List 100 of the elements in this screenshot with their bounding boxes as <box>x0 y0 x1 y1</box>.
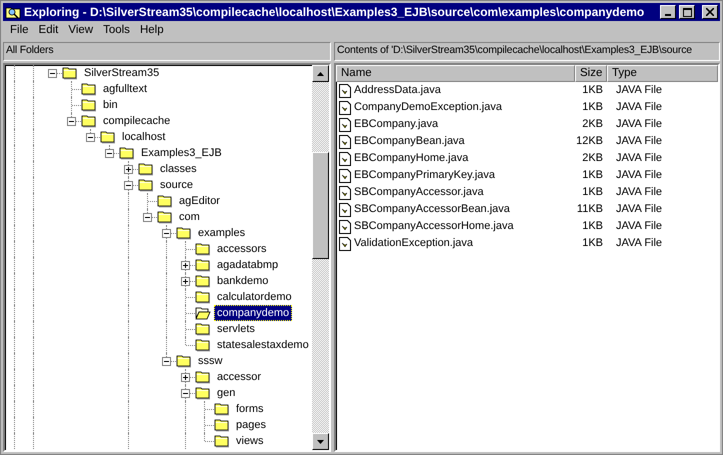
collapse-toggle[interactable] <box>67 117 76 126</box>
folder-item[interactable]: forms <box>233 401 266 417</box>
file-icon <box>339 202 351 216</box>
file-name[interactable]: SBCompanyAccessor.java <box>354 186 484 200</box>
close-button[interactable] <box>702 5 718 19</box>
folder-item[interactable]: bankdemo <box>214 273 272 289</box>
folder-item[interactable]: views <box>233 433 267 449</box>
menu-item[interactable]: View <box>63 24 98 38</box>
folder-item[interactable]: companydemo <box>214 305 292 321</box>
menu-item[interactable]: File <box>5 24 34 38</box>
file-size: 1KB <box>581 168 604 182</box>
column-header[interactable]: Type <box>607 65 718 82</box>
minus-icon <box>88 135 93 140</box>
expand-toggle[interactable] <box>124 165 133 174</box>
folder-item[interactable]: SilverStream35 <box>81 65 162 81</box>
file-name[interactable]: SBCompanyAccessorHome.java <box>354 220 514 234</box>
folder-item[interactable]: classes <box>157 161 200 177</box>
plus-icon <box>183 375 188 380</box>
minus-icon <box>183 391 188 396</box>
collapse-toggle[interactable] <box>105 149 114 158</box>
expand-toggle[interactable] <box>181 373 190 382</box>
pane-header: All Folders <box>3 42 331 61</box>
scrollbar[interactable] <box>312 65 329 450</box>
folder-item[interactable]: statesalestaxdemo <box>214 337 312 353</box>
window-title: Exploring - D:\SilverStream35\compilecache\localhost\Examples3_EJB\source\com\examples\companydemo <box>24 4 646 20</box>
folder-item[interactable]: examples <box>195 225 248 241</box>
file-type: JAVA File <box>615 220 662 234</box>
file-type: JAVA File <box>615 202 662 216</box>
column-header[interactable]: Name <box>336 65 575 82</box>
collapse-toggle[interactable] <box>143 213 152 222</box>
folder-item[interactable]: source <box>157 177 196 193</box>
file-type: JAVA File <box>615 134 662 148</box>
file-name[interactable]: EBCompany.java <box>354 118 438 132</box>
file-name[interactable]: AddressData.java <box>354 84 441 98</box>
folder-item[interactable]: localhost <box>119 129 168 145</box>
folder-item[interactable]: agEditor <box>176 193 223 209</box>
collapse-toggle[interactable] <box>162 229 171 238</box>
pane-header: Contents of 'D:\SilverStream35\compilecache\localhost\Examples3_EJB\source <box>334 42 720 61</box>
down-arrow-icon <box>317 440 324 444</box>
menu-item[interactable]: Help <box>134 24 169 38</box>
file-size: 1KB <box>581 100 604 114</box>
file-type: JAVA File <box>615 186 662 200</box>
file-name[interactable]: ValidationException.java <box>354 236 474 250</box>
minus-icon <box>50 71 55 76</box>
maximize-button[interactable] <box>679 5 695 19</box>
folder-item[interactable]: com <box>176 209 203 225</box>
open-folder-icon <box>195 306 211 320</box>
file-icon <box>339 100 351 114</box>
file-type: JAVA File <box>615 84 662 98</box>
plus-icon <box>126 167 131 172</box>
scroll-up-button[interactable] <box>312 65 329 82</box>
folder-item[interactable]: calculatordemo <box>214 289 295 305</box>
menu-item[interactable]: Tools <box>98 24 135 38</box>
file-size: 12KB <box>575 134 604 148</box>
file-icon <box>339 186 351 200</box>
folder-item[interactable]: compilecache <box>100 113 174 129</box>
collapse-toggle[interactable] <box>86 133 95 142</box>
folder-item[interactable]: accessor <box>214 369 264 385</box>
file-icon <box>339 220 351 234</box>
folder-item[interactable]: agadatabmp <box>214 257 282 273</box>
close-icon <box>706 8 714 16</box>
file-icon <box>339 152 351 166</box>
up-arrow-icon <box>317 72 324 76</box>
folder-item[interactable]: agfulltext <box>100 81 150 97</box>
collapse-toggle[interactable] <box>181 389 190 398</box>
file-size: 1KB <box>581 220 604 234</box>
folder-item[interactable]: servlets <box>214 321 258 337</box>
plus-icon <box>183 279 188 284</box>
file-type: JAVA File <box>615 100 662 114</box>
file-size: 1KB <box>581 84 604 98</box>
file-size: 2KB <box>581 152 604 166</box>
menu-item[interactable]: Edit <box>34 24 64 38</box>
minus-icon <box>107 151 112 156</box>
expand-toggle[interactable] <box>181 261 190 270</box>
folder-item[interactable]: pages <box>233 417 269 433</box>
folder-item[interactable]: accessors <box>214 241 270 257</box>
file-type: JAVA File <box>615 152 662 166</box>
folder-item[interactable]: gen <box>214 385 238 401</box>
file-size: 2KB <box>581 118 604 132</box>
file-size: 11KB <box>576 202 604 216</box>
expand-toggle[interactable] <box>181 277 190 286</box>
minus-icon <box>69 119 74 124</box>
column-header[interactable]: Size <box>575 65 607 82</box>
file-type: JAVA File <box>615 236 662 250</box>
file-name[interactable]: EBCompanyBean.java <box>354 134 465 148</box>
file-name[interactable]: CompanyDemoException.java <box>354 100 502 114</box>
folder-item[interactable]: Examples3_EJB <box>138 145 225 161</box>
folder-item[interactable]: bin <box>100 97 121 113</box>
file-name[interactable]: EBCompanyHome.java <box>354 152 468 166</box>
file-icon <box>339 84 351 98</box>
scroll-down-button[interactable] <box>312 433 329 450</box>
scroll-thumb[interactable] <box>312 152 329 259</box>
plus-icon <box>183 263 188 268</box>
collapse-toggle[interactable] <box>48 69 57 78</box>
file-name[interactable]: SBCompanyAccessorBean.java <box>354 202 510 216</box>
minimize-button[interactable] <box>660 5 676 19</box>
folder-item[interactable]: sssw <box>195 353 226 369</box>
collapse-toggle[interactable] <box>162 357 171 366</box>
collapse-toggle[interactable] <box>124 181 133 190</box>
file-name[interactable]: EBCompanyPrimaryKey.java <box>354 168 496 182</box>
